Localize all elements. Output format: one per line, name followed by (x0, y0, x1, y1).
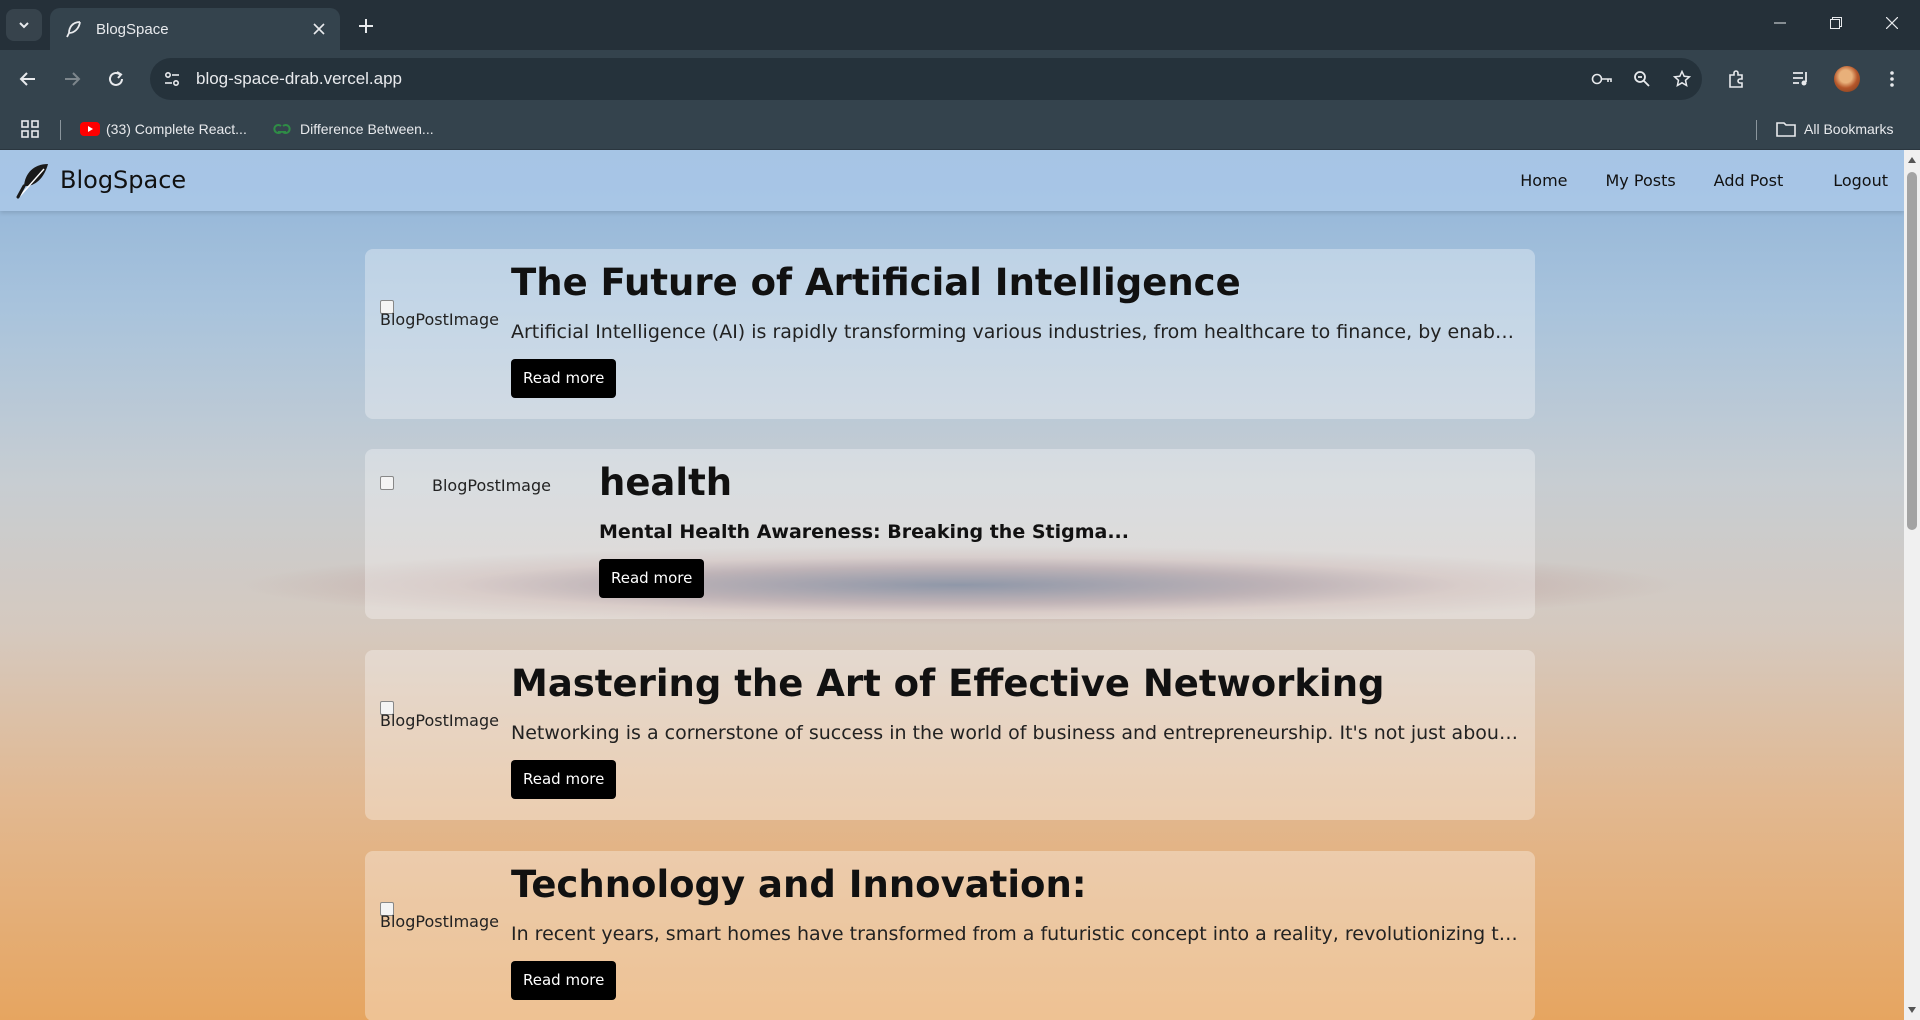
tab-search-button[interactable] (6, 9, 42, 41)
post-title: The Future of Artificial Intelligence (511, 261, 1241, 304)
browser-tab[interactable]: BlogSpace (50, 8, 340, 50)
post-body: Mastering the Art of Effective Networkin… (511, 660, 1519, 799)
site-info-icon[interactable] (156, 63, 188, 95)
broken-image-icon (380, 476, 394, 490)
bookmark-star-icon[interactable] (1662, 63, 1702, 95)
post-image: BlogPostImage (380, 476, 551, 495)
url-text: blog-space-drab.vercel.app (196, 69, 403, 88)
post-title: Mastering the Art of Effective Networkin… (511, 662, 1385, 705)
post-image-alt: BlogPostImage (432, 476, 551, 495)
youtube-icon (80, 122, 100, 136)
brand-name: BlogSpace (60, 166, 187, 194)
page-viewport: BlogSpace Home My Posts Add Post Logout … (0, 150, 1920, 1020)
post-title: health (599, 461, 733, 504)
media-control-icon[interactable] (1785, 63, 1817, 95)
nav-my-posts[interactable]: My Posts (1606, 171, 1676, 190)
post-image: BlogPostImage (380, 300, 500, 329)
bookmark-item[interactable]: Difference Between... (272, 108, 434, 150)
post-card: BlogPostImage Technology and Innovation:… (365, 851, 1535, 1020)
read-more-button[interactable]: Read more (511, 961, 617, 1000)
nav-add-post[interactable]: Add Post (1714, 171, 1784, 190)
read-more-button[interactable]: Read more (599, 559, 705, 598)
nav-logout[interactable]: Logout (1833, 171, 1888, 190)
post-excerpt: Networking is a cornerstone of success i… (511, 722, 1519, 744)
post-body: Technology and Innovation: In recent yea… (511, 861, 1519, 1000)
restore-button[interactable] (1808, 0, 1864, 46)
geeksforgeeks-icon (273, 124, 291, 134)
post-image: BlogPostImage (380, 902, 500, 931)
read-more-button[interactable]: Read more (511, 760, 617, 799)
bookmark-label: (33) Complete React... (106, 121, 247, 137)
brand[interactable]: BlogSpace (14, 160, 186, 200)
scroll-down-arrow-icon[interactable] (1904, 1002, 1920, 1018)
minimize-icon (1774, 22, 1786, 24)
post-excerpt: In recent years, smart homes have transf… (511, 923, 1519, 945)
feather-logo-icon (16, 164, 48, 199)
minimize-button[interactable] (1752, 0, 1808, 46)
new-tab-button[interactable] (352, 12, 380, 40)
window-controls (1752, 0, 1920, 50)
browser-menu-icon[interactable] (1876, 63, 1908, 95)
address-bar[interactable]: blog-space-drab.vercel.app (150, 58, 1702, 100)
read-more-button[interactable]: Read more (511, 359, 617, 398)
post-image-alt: BlogPostImage (380, 310, 499, 329)
post-body: The Future of Artificial Intelligence Ar… (511, 259, 1519, 398)
browser-toolbar: blog-space-drab.vercel.app (0, 50, 1920, 108)
post-card: BlogPostImage health Mental Health Aware… (365, 449, 1535, 619)
profile-avatar[interactable] (1831, 63, 1863, 95)
avatar (1834, 66, 1860, 92)
password-key-icon[interactable] (1582, 63, 1622, 95)
plus-icon (359, 19, 373, 33)
arrow-left-icon (19, 72, 35, 86)
post-excerpt: Mental Health Awareness: Breaking the St… (599, 521, 1129, 543)
forward-button[interactable] (56, 63, 88, 95)
back-button[interactable] (12, 63, 44, 95)
restore-icon (1830, 17, 1842, 29)
site-navbar: BlogSpace Home My Posts Add Post Logout (0, 150, 1904, 211)
extensions-icon[interactable] (1720, 63, 1752, 95)
reload-button[interactable] (100, 63, 132, 95)
bookmark-label: Difference Between... (300, 121, 434, 137)
post-image: BlogPostImage (380, 701, 500, 730)
post-title: Technology and Innovation: (511, 863, 1087, 906)
close-window-button[interactable] (1864, 0, 1920, 46)
arrow-right-icon (65, 72, 81, 86)
apps-grid-icon[interactable] (20, 108, 40, 150)
nav-home[interactable]: Home (1520, 171, 1567, 190)
nav-links: Home My Posts Add Post Logout (1482, 150, 1888, 211)
all-bookmarks-button[interactable]: All Bookmarks (1776, 108, 1893, 150)
all-bookmarks-label: All Bookmarks (1804, 121, 1894, 137)
scrollbar-thumb[interactable] (1907, 172, 1917, 530)
chevron-down-icon (19, 22, 29, 29)
tab-title: BlogSpace (96, 20, 169, 38)
post-image-alt: BlogPostImage (380, 711, 499, 730)
post-image-alt: BlogPostImage (380, 912, 499, 931)
tab-close-icon[interactable] (308, 18, 330, 40)
page-scrollbar[interactable] (1904, 150, 1920, 1020)
post-excerpt: Artificial Intelligence (AI) is rapidly … (511, 321, 1519, 343)
bookmark-item[interactable]: (33) Complete React... (80, 108, 247, 150)
zoom-icon[interactable] (1622, 63, 1662, 95)
scroll-up-arrow-icon[interactable] (1904, 152, 1920, 168)
folder-icon (1776, 122, 1796, 137)
reload-icon (109, 71, 123, 86)
post-card: BlogPostImage Mastering the Art of Effec… (365, 650, 1535, 820)
bookmark-divider (1756, 120, 1757, 140)
feather-icon (66, 21, 81, 38)
bookmarks-bar: (33) Complete React... Difference Betwee… (0, 108, 1920, 150)
post-card: BlogPostImage The Future of Artificial I… (365, 249, 1535, 419)
close-icon (1886, 17, 1898, 29)
bookmark-divider (60, 120, 61, 140)
post-body: health Mental Health Awareness: Breaking… (599, 459, 1519, 598)
tab-strip: BlogSpace (0, 0, 1920, 50)
